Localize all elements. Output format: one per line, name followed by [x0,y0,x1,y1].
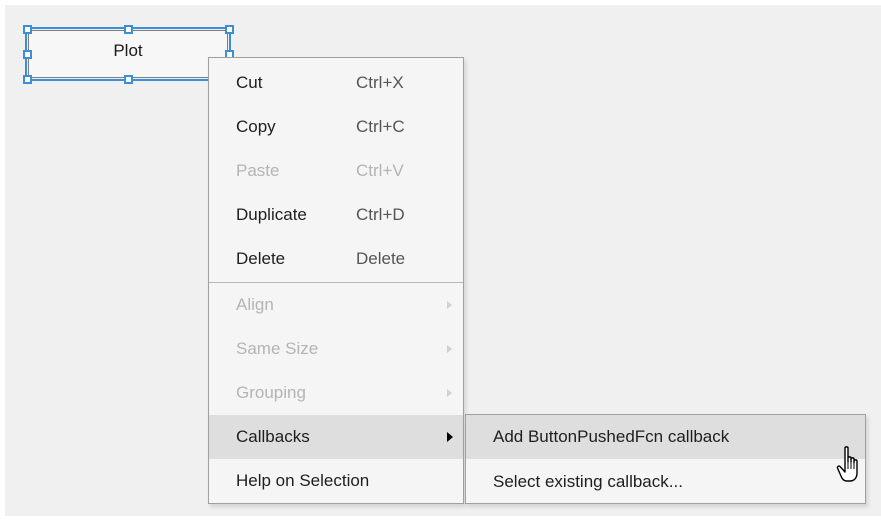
resize-handle-bottom-left[interactable] [23,75,32,84]
menu-item-grouping-label: Grouping [236,383,306,402]
submenu-item-add-callback-label: Add ButtonPushedFcn callback [493,427,730,446]
menu-item-copy-label: Copy [236,117,276,136]
menu-item-delete-shortcut: Delete [356,249,406,268]
menu-item-copy[interactable]: Copy Ctrl+C [209,105,463,149]
submenu-arrow-icon [447,432,453,442]
submenu-item-add-callback[interactable]: Add ButtonPushedFcn callback [466,415,865,459]
menu-item-cut-shortcut: Ctrl+X [356,73,404,92]
hand-pointer-icon [836,446,858,482]
menu-item-grouping: Grouping [209,371,463,415]
menu-item-help-label: Help on Selection [236,471,370,490]
resize-handle-bottom[interactable] [124,75,133,84]
menu-item-duplicate-shortcut: Ctrl+D [356,205,405,224]
context-menu: Cut Ctrl+X Copy Ctrl+C Paste Ctrl+V Dupl… [208,57,464,504]
menu-item-delete[interactable]: Delete Delete [209,237,463,281]
menu-item-cut-label: Cut [236,73,263,92]
plot-button[interactable]: Plot [28,30,228,78]
menu-item-same-size: Same Size [209,327,463,371]
submenu-arrow-icon [447,301,452,309]
menu-item-help-on-selection[interactable]: Help on Selection [209,459,463,503]
plot-button-label: Plot [113,41,143,60]
menu-item-delete-label: Delete [236,249,286,268]
submenu-item-select-existing[interactable]: Select existing callback... [466,460,865,504]
menu-item-cut[interactable]: Cut Ctrl+X [209,61,463,105]
menu-item-copy-shortcut: Ctrl+C [356,117,405,136]
menu-item-duplicate[interactable]: Duplicate Ctrl+D [209,193,463,237]
callbacks-submenu: Add ButtonPushedFcn callback Select exis… [465,414,866,504]
menu-item-callbacks[interactable]: Callbacks [209,415,463,459]
submenu-arrow-icon [447,345,452,353]
submenu-arrow-icon [447,389,452,397]
menu-item-paste-shortcut: Ctrl+V [356,161,404,180]
menu-item-align-label: Align [236,295,274,314]
submenu-item-select-existing-label: Select existing callback... [493,472,683,491]
menu-item-duplicate-label: Duplicate [236,205,307,224]
resize-handle-top-left[interactable] [23,25,32,34]
resize-handle-top[interactable] [124,25,133,34]
menu-item-callbacks-label: Callbacks [236,427,310,446]
menu-item-same-size-label: Same Size [236,339,319,358]
menu-item-paste: Paste Ctrl+V [209,149,463,193]
resize-handle-left[interactable] [23,50,32,59]
resize-handle-top-right[interactable] [225,25,234,34]
menu-item-align: Align [209,283,463,327]
menu-item-paste-label: Paste [236,161,280,180]
